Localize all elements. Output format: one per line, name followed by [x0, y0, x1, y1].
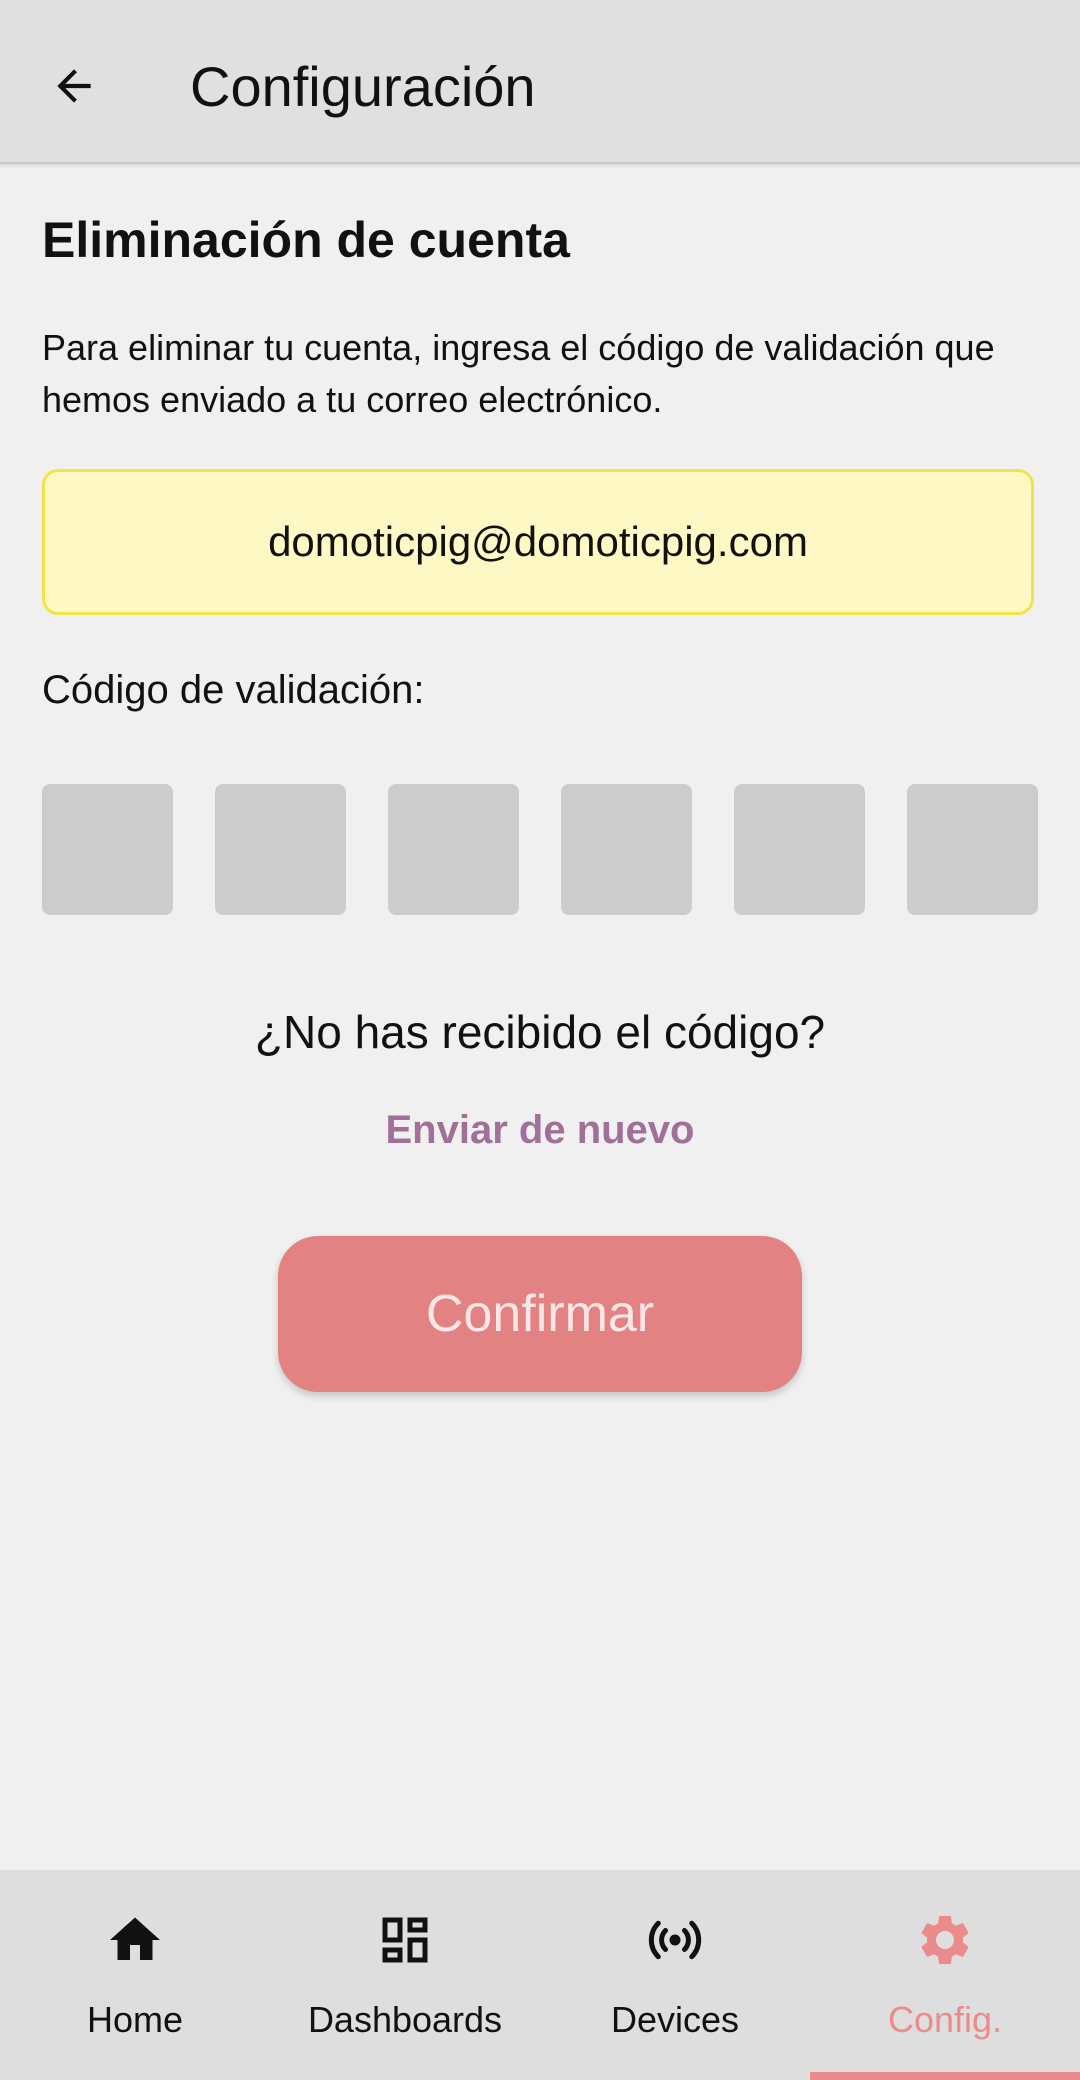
nav-label-dashboards: Dashboards — [307, 1999, 503, 2040]
nav-item-home[interactable]: Home — [0, 1870, 270, 2080]
back-button[interactable] — [38, 50, 110, 122]
bottom-nav: Home Dashboards Devices Config. — [0, 1870, 1080, 2080]
broadcast-icon — [645, 1910, 705, 1970]
code-label: Código de validación: — [42, 668, 425, 712]
code-input-5[interactable] — [734, 784, 865, 915]
code-input-1[interactable] — [42, 784, 173, 915]
section-title: Eliminación de cuenta — [42, 212, 570, 268]
resend-link[interactable]: Enviar de nuevo — [340, 1100, 740, 1160]
active-tab-indicator — [810, 2072, 1080, 2080]
resend-question: ¿No has recibido el código? — [254, 1006, 826, 1058]
nav-label-home: Home — [86, 1999, 184, 2040]
nav-item-dashboards[interactable]: Dashboards — [270, 1870, 540, 2080]
code-input-6[interactable] — [907, 784, 1038, 915]
gear-icon — [915, 1910, 975, 1970]
confirm-button[interactable]: Confirmar — [278, 1236, 802, 1392]
code-input-4[interactable] — [561, 784, 692, 915]
nav-item-devices[interactable]: Devices — [540, 1870, 810, 2080]
nav-item-config[interactable]: Config. — [810, 1870, 1080, 2080]
arrow-back-icon — [57, 69, 91, 103]
code-input-2[interactable] — [215, 784, 346, 915]
nav-label-devices: Devices — [610, 1999, 740, 2040]
nav-label-config: Config. — [887, 1999, 1003, 2040]
email-display: domoticpig@domoticpig.com — [42, 469, 1034, 615]
confirm-button-label: Confirmar — [425, 1285, 655, 1343]
instructions-text: Para eliminar tu cuenta, ingresa el códi… — [42, 327, 995, 420]
dashboard-icon — [375, 1910, 435, 1970]
home-icon — [105, 1910, 165, 1970]
code-input-3[interactable] — [388, 784, 519, 915]
page-title: Configuración — [190, 55, 536, 118]
app-bar: Configuración — [0, 0, 1080, 164]
email-text: domoticpig@domoticpig.com — [268, 518, 808, 565]
